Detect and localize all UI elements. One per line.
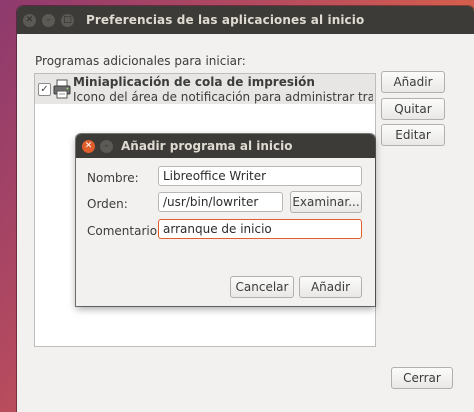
close-icon: ✕ (25, 14, 34, 25)
window-titlebar[interactable]: ✕ – □ Preferencias de las aplicaciones a… (17, 6, 474, 34)
window-maximize-button[interactable]: □ (61, 13, 74, 27)
name-label: Nombre: (87, 171, 139, 185)
dialog-title: Añadir programa al inicio (121, 139, 293, 153)
printer-icon (53, 79, 71, 99)
check-icon: ✓ (40, 84, 49, 95)
command-field[interactable] (158, 192, 283, 212)
startup-programs-label: Programas adicionales para iniciar: (35, 54, 246, 68)
dialog-add-button[interactable]: Añadir (299, 276, 362, 298)
edit-button[interactable]: Editar (381, 124, 445, 146)
item-description: Icono del área de notificación para admi… (73, 90, 373, 104)
command-label: Orden: (87, 197, 128, 211)
window-minimize-button[interactable]: – (42, 13, 55, 27)
close-icon: ✕ (84, 141, 93, 151)
dialog-minimize-button[interactable]: – (100, 139, 113, 153)
minimize-icon: – (104, 141, 109, 151)
name-field[interactable] (158, 166, 362, 186)
remove-button[interactable]: Quitar (381, 98, 445, 120)
item-title: Miniaplicación de cola de impresión (73, 75, 315, 89)
cancel-button[interactable]: Cancelar (230, 276, 294, 298)
comment-label: Comentario: (87, 224, 162, 238)
browse-button[interactable]: Examinar... (290, 191, 362, 213)
add-button[interactable]: Añadir (381, 71, 445, 93)
window-title: Preferencias de las aplicaciones al inic… (86, 13, 365, 27)
list-item[interactable]: ✓ Miniaplicación de cola de impresión Ic… (35, 74, 375, 104)
add-startup-program-dialog: ✕ – Añadir programa al inicio Nombre: Or… (76, 134, 375, 306)
dialog-titlebar[interactable]: ✕ – Añadir programa al inicio (76, 134, 375, 158)
dialog-close-button[interactable]: ✕ (82, 139, 95, 153)
window-close-button[interactable]: ✕ (23, 13, 36, 27)
maximize-icon: □ (63, 14, 72, 25)
minimize-icon: – (46, 14, 51, 25)
enable-checkbox[interactable]: ✓ (38, 83, 51, 96)
comment-field[interactable] (158, 219, 362, 239)
close-button[interactable]: Cerrar (391, 367, 453, 389)
